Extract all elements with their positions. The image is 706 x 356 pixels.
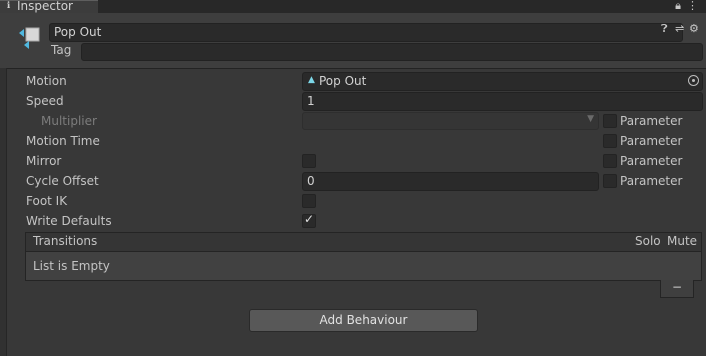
gear-icon[interactable]: ⚙	[689, 22, 699, 35]
info-icon: ℹ	[6, 1, 11, 11]
tab-tools: 🔒︎⋮	[675, 0, 704, 13]
multiplier-parameter-label: Parameter	[620, 114, 683, 128]
write-defaults-checkbox[interactable]: ✓	[302, 212, 316, 228]
object-picker-icon[interactable]	[688, 75, 699, 86]
cycle-offset-parameter-checkbox[interactable]	[603, 174, 617, 188]
mirror-parameter-checkbox[interactable]	[603, 154, 617, 168]
help-icon[interactable]: ❓︎	[661, 22, 668, 36]
cycle-offset-label: Cycle Offset	[26, 174, 99, 188]
motion-label: Motion	[26, 74, 67, 88]
motion-time-parameter-checkbox[interactable]	[603, 134, 617, 148]
remove-transition-button[interactable]: −	[660, 280, 694, 298]
speed-field[interactable]: 1	[302, 92, 703, 111]
foot-ik-checkbox[interactable]	[302, 194, 316, 208]
cycle-offset-field[interactable]: 0	[302, 172, 599, 191]
motion-value: Pop Out	[319, 74, 367, 88]
list-empty-text: List is Empty	[33, 259, 110, 273]
object-name-field[interactable]: Pop Out	[49, 23, 683, 42]
motion-field[interactable]: ▲ Pop Out	[302, 72, 703, 91]
tag-label: Tag	[51, 43, 72, 57]
state-icon	[19, 27, 40, 49]
panel-edge	[0, 68, 7, 356]
transitions-list-body: List is Empty	[26, 252, 701, 280]
object-header: Pop Out Tag ❓︎ ⇌ ⚙	[0, 13, 706, 69]
lock-icon[interactable]: 🔒︎	[675, 0, 687, 12]
foot-ik-label: Foot IK	[26, 194, 68, 208]
transitions-list-header: Transitions Solo Mute	[26, 233, 701, 252]
solo-column-header: Solo	[635, 234, 661, 248]
transitions-list: Transitions Solo Mute List is Empty	[25, 232, 702, 281]
mirror-parameter-label: Parameter	[620, 154, 683, 168]
speed-label: Speed	[26, 94, 64, 108]
write-defaults-label: Write Defaults	[26, 214, 112, 228]
cycle-offset-parameter-label: Parameter	[620, 174, 683, 188]
multiplier-parameter-checkbox[interactable]	[603, 114, 617, 128]
multiplier-label: Multiplier	[41, 114, 97, 128]
tag-field[interactable]	[81, 43, 703, 61]
add-behaviour-button[interactable]: Add Behaviour	[249, 309, 478, 332]
settings-sliders-icon[interactable]: ⇌	[675, 22, 684, 35]
mute-column-header: Mute	[667, 234, 698, 248]
mirror-checkbox[interactable]	[302, 154, 316, 168]
checkmark-icon: ✓	[304, 212, 315, 226]
menu-icon[interactable]: ⋮	[687, 0, 704, 12]
dropdown-arrow-icon: ▼	[587, 114, 594, 124]
header-icons: ❓︎ ⇌ ⚙	[661, 22, 703, 36]
mirror-label: Mirror	[26, 154, 62, 168]
tab-inspector[interactable]: ℹ Inspector	[0, 0, 98, 13]
motion-time-parameter-label: Parameter	[620, 134, 683, 148]
animation-clip-icon: ▲	[308, 75, 315, 85]
motion-time-label: Motion Time	[26, 134, 100, 148]
window-tab-bar: ℹ Inspector 🔒︎⋮	[0, 0, 706, 13]
transitions-title: Transitions	[33, 234, 98, 248]
tab-label: Inspector	[17, 0, 73, 13]
multiplier-dropdown: ▼	[302, 112, 599, 130]
